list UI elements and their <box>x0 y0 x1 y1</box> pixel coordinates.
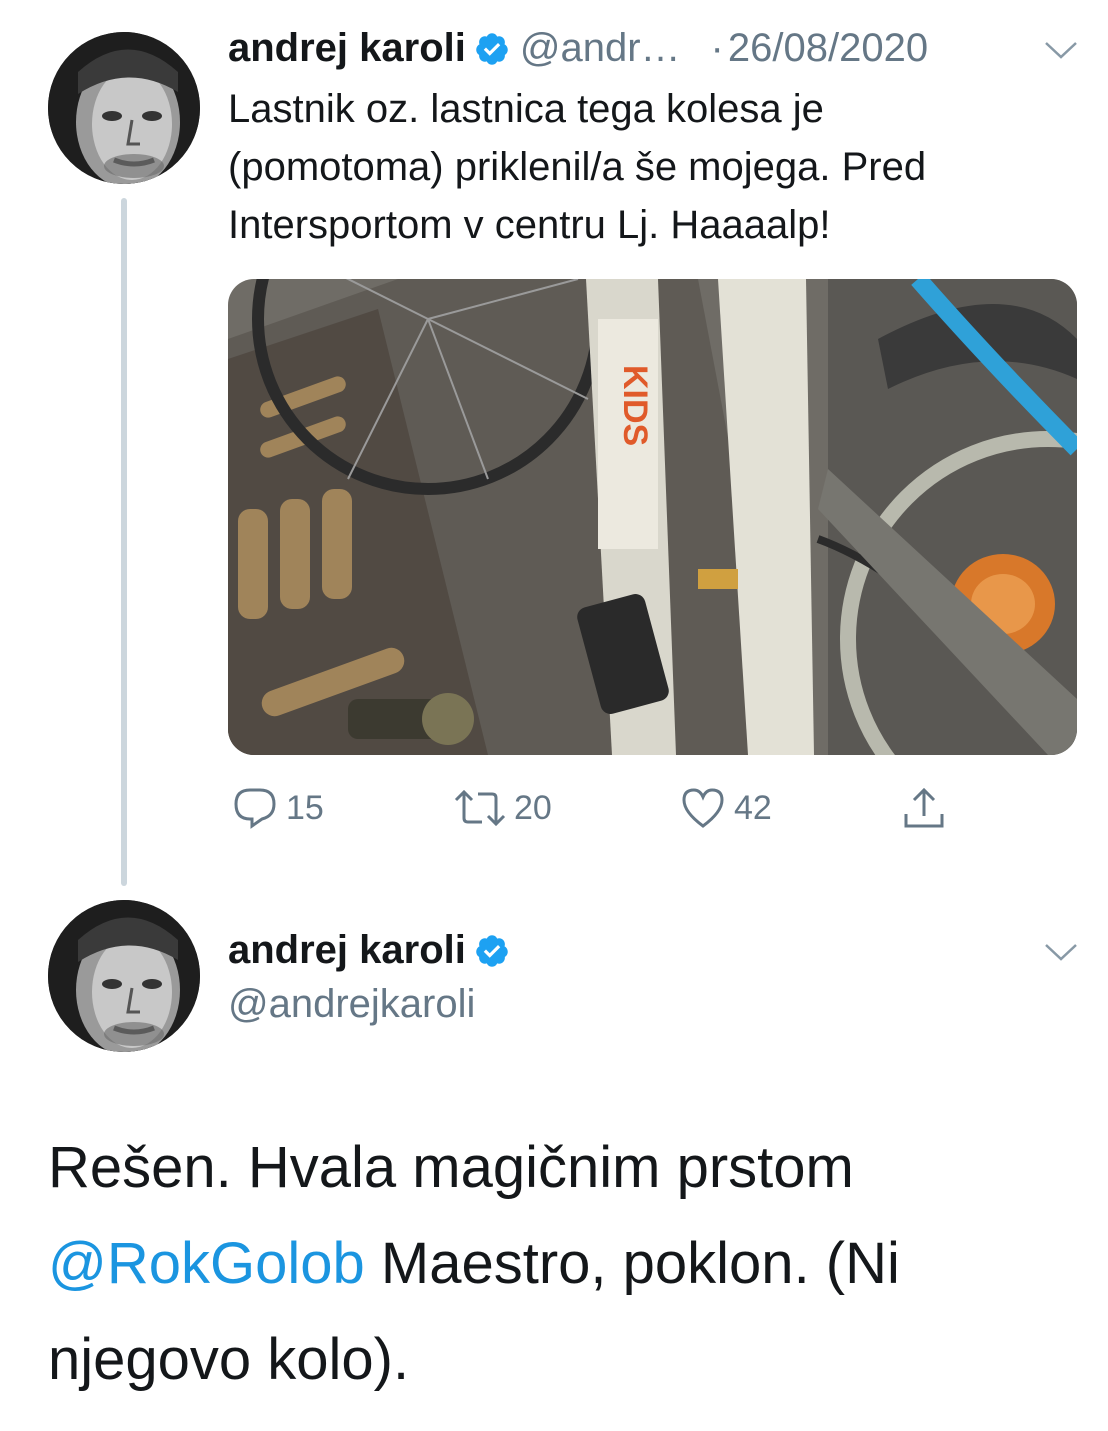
tweet-text-part: Rešen. Hvala magičnim prstom <box>48 1135 854 1200</box>
reply-button[interactable]: 15 <box>230 786 324 830</box>
chevron-down-icon <box>1045 944 1077 961</box>
avatar[interactable] <box>48 32 200 184</box>
mention-link[interactable]: @RokGolob <box>48 1231 365 1296</box>
heart-icon <box>682 788 724 828</box>
like-button[interactable]: 42 <box>678 786 772 830</box>
chevron-down-icon <box>1045 42 1077 59</box>
share-button[interactable] <box>900 786 954 830</box>
author-name[interactable]: andrej karoli <box>228 926 466 974</box>
thread-line <box>121 198 127 886</box>
tweet-photo[interactable]: KIDS <box>228 279 1077 755</box>
verified-icon <box>474 932 510 968</box>
tweet-text: Rešen. Hvala magičnim prstom @RokGolob M… <box>48 1120 1078 1408</box>
tweet-header: andrej karoli @andr… · 26/08/2020 <box>228 24 928 72</box>
share-icon <box>904 787 944 828</box>
tweet-menu-button[interactable] <box>1044 942 1078 967</box>
author-handle[interactable]: @andrejkaroli <box>228 980 475 1028</box>
like-count: 42 <box>734 788 772 827</box>
tweet-header: andrej karoli <box>228 926 520 974</box>
tweet-date[interactable]: 26/08/2020 <box>728 24 928 72</box>
author-name[interactable]: andrej karoli <box>228 24 466 72</box>
retweet-button[interactable]: 20 <box>452 786 552 830</box>
author-handle[interactable]: @andr… <box>520 24 681 72</box>
tweet-menu-button[interactable] <box>1044 40 1078 65</box>
retweet-count: 20 <box>514 788 552 827</box>
verified-icon <box>474 30 510 66</box>
reply-icon <box>234 788 276 829</box>
svg-text:KIDS: KIDS <box>616 365 654 446</box>
reply-count: 15 <box>286 788 324 827</box>
tweet-text: Lastnik oz. lastnica tega kolesa je (pom… <box>228 87 927 247</box>
date-separator: · <box>710 26 724 70</box>
avatar[interactable] <box>48 900 200 1052</box>
retweet-icon <box>454 789 506 827</box>
